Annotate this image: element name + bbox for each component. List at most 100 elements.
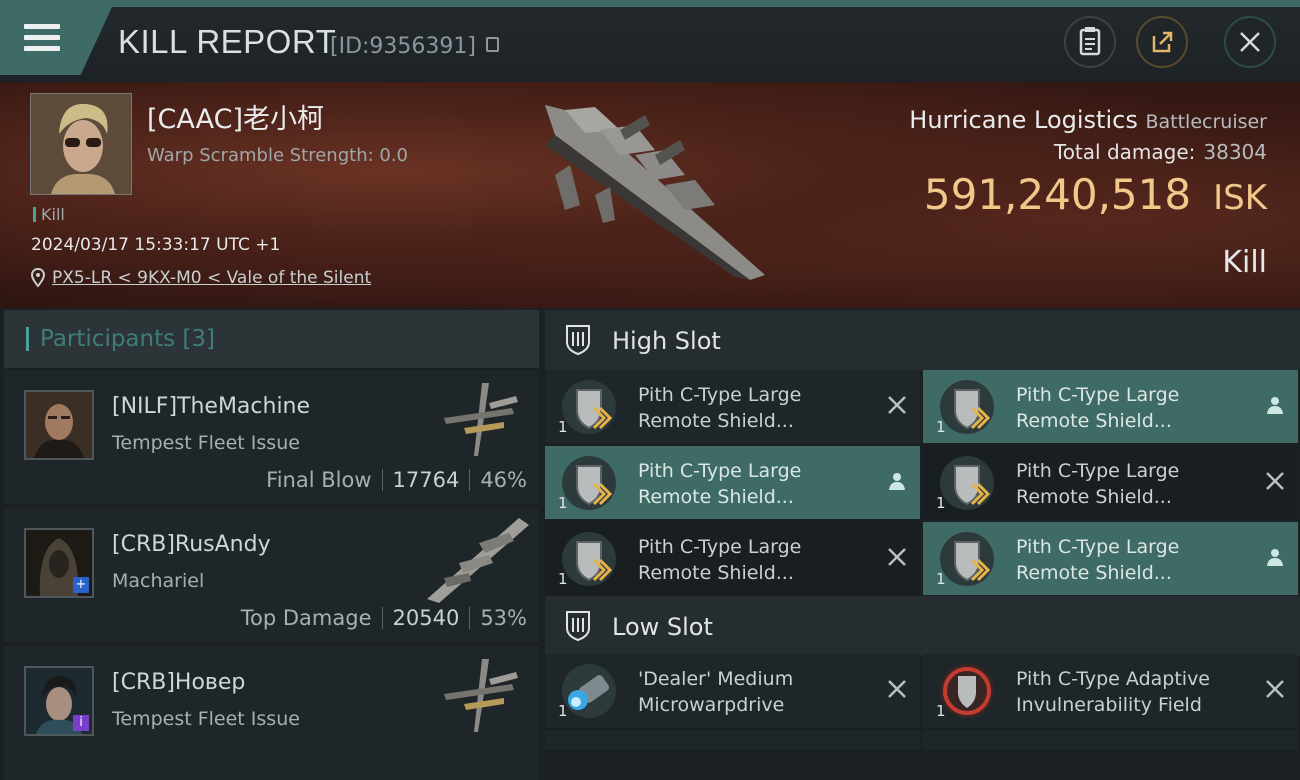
participant-name[interactable]: [NILF]TheMachine bbox=[112, 394, 310, 419]
clipboard-button[interactable] bbox=[1064, 16, 1116, 68]
module-name-line2: Remote Shield... bbox=[638, 562, 794, 584]
report-id: [ID:9356391] bbox=[330, 34, 476, 59]
participant-role: Final Blow bbox=[266, 468, 372, 492]
remove-x-icon bbox=[888, 680, 906, 698]
participant-damage: 20540 bbox=[392, 606, 460, 630]
module-name-line1: Pith C-Type Large bbox=[1016, 384, 1180, 406]
module-item[interactable]: 1 Pith C-Type Large Remote Shield... bbox=[923, 370, 1298, 443]
share-button[interactable] bbox=[1136, 16, 1188, 68]
module-name-line1: Pith C-Type Large bbox=[638, 536, 802, 558]
portrait-image bbox=[26, 392, 92, 458]
share-icon bbox=[1152, 31, 1173, 53]
total-damage: Total damage: 38304 bbox=[1054, 140, 1267, 164]
module-item-partial[interactable] bbox=[923, 730, 1298, 750]
module-name: Pith C-Type Large Remote Shield... bbox=[638, 458, 868, 510]
shield-module-icon bbox=[940, 380, 994, 434]
slot-shield-icon bbox=[566, 325, 590, 356]
participant-card[interactable]: [NILF]TheMachine Tempest Fleet Issue Fin… bbox=[4, 370, 539, 504]
menu-icon[interactable] bbox=[24, 22, 62, 54]
module-quantity: 1 bbox=[936, 702, 946, 720]
header-accent-line bbox=[0, 0, 1300, 7]
victim-avatar[interactable] bbox=[30, 93, 132, 195]
module-quantity: 1 bbox=[558, 702, 568, 720]
module-quantity: 1 bbox=[936, 570, 946, 588]
module-item[interactable]: 1 Pith C-Type Adaptive Invulnerability F… bbox=[923, 654, 1298, 727]
module-name-line2: Microwarpdrive bbox=[638, 694, 785, 716]
participant-avatar[interactable] bbox=[24, 390, 94, 460]
person-icon bbox=[1267, 549, 1283, 566]
module-item[interactable]: 1 Pith C-Type Large Remote Shield... bbox=[923, 446, 1298, 519]
fitting-panel: High Slot 1 Pith C-Type Large Remote Shi… bbox=[545, 310, 1300, 750]
remove-x-icon bbox=[1266, 472, 1284, 490]
participant-ship-image bbox=[444, 383, 518, 456]
victim-ship-image bbox=[545, 105, 765, 280]
module-name-line2: Remote Shield... bbox=[1016, 486, 1172, 508]
slot-shield-icon bbox=[566, 611, 590, 642]
participant-ship: Machariel bbox=[112, 570, 205, 592]
participant-card[interactable]: + [CRB]RusAndy Machariel Top Damage 20540… bbox=[4, 508, 539, 642]
module-name: Pith C-Type Large Remote Shield... bbox=[1016, 382, 1246, 434]
shield-module-icon bbox=[562, 380, 616, 434]
warp-scramble-strength: Warp Scramble Strength: 0.0 bbox=[147, 145, 409, 166]
participant-name[interactable]: [CRB]RusAndy bbox=[112, 532, 271, 557]
module-name-line2: Invulnerability Field bbox=[1016, 694, 1202, 716]
high-slot-title: High Slot bbox=[612, 327, 721, 355]
person-icon bbox=[889, 473, 905, 490]
module-name-line2: Remote Shield... bbox=[638, 486, 794, 508]
participant-avatar[interactable]: i bbox=[24, 666, 94, 736]
module-item[interactable]: 1 Pith C-Type Large Remote Shield... bbox=[545, 522, 920, 595]
isk-value: 591,240,518 ISK bbox=[924, 170, 1267, 219]
participant-name[interactable]: [CRB]Новер bbox=[112, 670, 245, 695]
participant-role: Top Damage bbox=[240, 606, 372, 630]
location-link[interactable]: PX5-LR < 9KX-M0 < Vale of the Silent bbox=[52, 268, 371, 288]
isk-unit: ISK bbox=[1213, 178, 1267, 218]
victim-name[interactable]: [CAAC]老小柯 bbox=[147, 97, 324, 136]
module-quantity: 1 bbox=[936, 418, 946, 436]
participant-percent: 53% bbox=[480, 606, 527, 630]
module-name: Pith C-Type Large Remote Shield... bbox=[638, 382, 868, 434]
module-item[interactable]: 1 Pith C-Type Large Remote Shield... bbox=[545, 446, 920, 519]
participant-ship: Tempest Fleet Issue bbox=[112, 708, 300, 730]
person-icon bbox=[1267, 397, 1283, 414]
participant-percent: 46% bbox=[480, 468, 527, 492]
module-name: Pith C-Type Large Remote Shield... bbox=[1016, 534, 1246, 586]
module-name-line2: Remote Shield... bbox=[638, 410, 794, 432]
copy-icon[interactable] bbox=[486, 37, 499, 52]
remove-x-icon bbox=[888, 548, 906, 566]
header-bar: KILL REPORT [ID:9356391] bbox=[0, 0, 1300, 82]
portrait-image bbox=[31, 94, 131, 194]
module-quantity: 1 bbox=[936, 494, 946, 512]
module-name: Pith C-Type Large Remote Shield... bbox=[638, 534, 868, 586]
module-name-line1: Pith C-Type Large bbox=[638, 460, 802, 482]
participant-avatar[interactable]: + bbox=[24, 528, 94, 598]
remove-x-icon bbox=[888, 396, 906, 414]
module-item[interactable]: 1 Pith C-Type Large Remote Shield... bbox=[923, 522, 1298, 595]
module-name: Pith C-Type Large Remote Shield... bbox=[1016, 458, 1246, 510]
participant-stats: Final Blow 17764 46% bbox=[266, 468, 527, 492]
shield-module-icon bbox=[562, 456, 616, 510]
participant-card[interactable]: i [CRB]Новер Tempest Fleet Issue bbox=[4, 646, 539, 780]
module-item[interactable]: 1 Pith C-Type Large Remote Shield... bbox=[545, 370, 920, 443]
module-item[interactable]: 1 'Dealer' Medium Microwarpdrive bbox=[545, 654, 920, 727]
module-quantity: 1 bbox=[558, 570, 568, 588]
low-slot-header[interactable]: Low Slot bbox=[545, 596, 1300, 656]
shield-module-icon bbox=[940, 532, 994, 586]
kill-datetime: 2024/03/17 15:33:17 UTC +1 bbox=[31, 235, 281, 255]
high-slot-header[interactable]: High Slot bbox=[545, 310, 1300, 370]
module-name-line2: Remote Shield... bbox=[1016, 562, 1172, 584]
close-button[interactable] bbox=[1224, 16, 1276, 68]
module-quantity: 1 bbox=[558, 418, 568, 436]
participant-damage: 17764 bbox=[392, 468, 460, 492]
ship-class: Battlecruiser bbox=[1145, 111, 1267, 133]
module-name-line2: Remote Shield... bbox=[1016, 410, 1172, 432]
low-slot-title: Low Slot bbox=[612, 613, 713, 641]
participants-title: Participants [3] bbox=[40, 326, 215, 352]
victim-ship-name[interactable]: Hurricane Logistics Battlecruiser bbox=[909, 106, 1267, 134]
module-item-partial[interactable] bbox=[545, 730, 920, 750]
info-badge-icon: i bbox=[73, 715, 89, 731]
total-damage-label: Total damage: bbox=[1053, 140, 1196, 164]
participants-panel: Participants [3] [NILF]TheMachine Tempes… bbox=[4, 310, 539, 780]
remove-x-icon bbox=[1266, 680, 1284, 698]
shield-module-icon bbox=[940, 664, 994, 718]
shield-module-icon bbox=[940, 456, 994, 510]
